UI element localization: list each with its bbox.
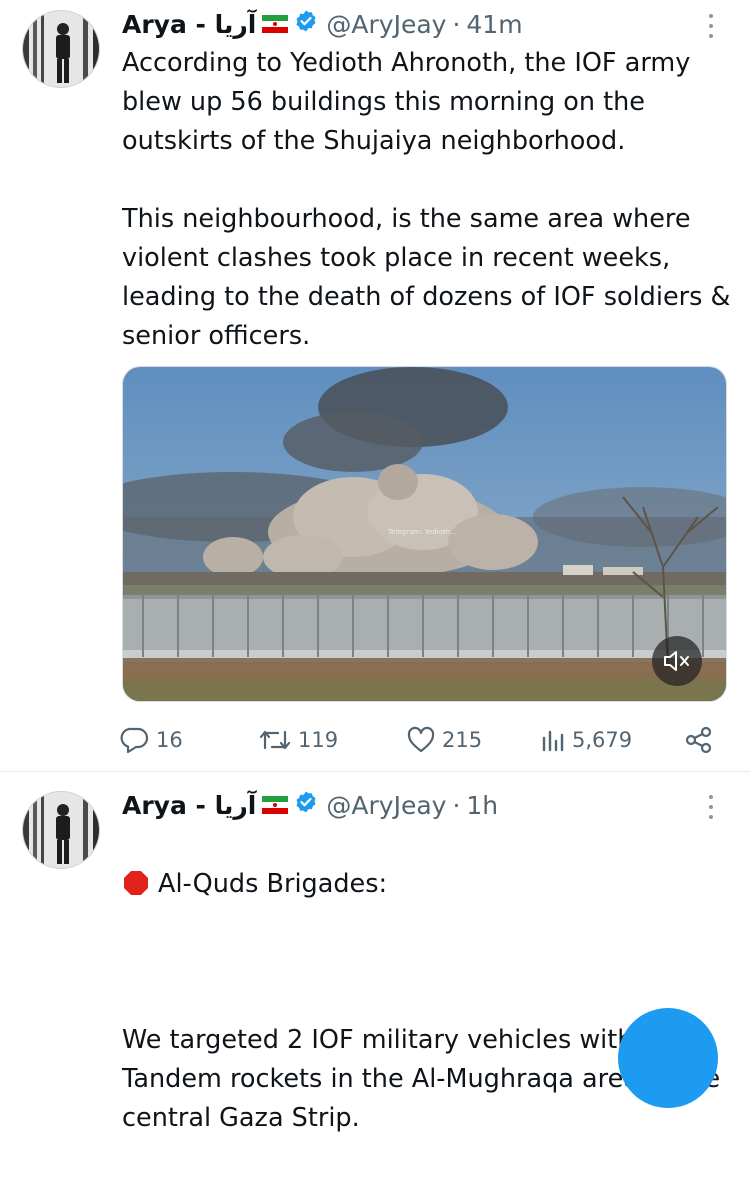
views-button[interactable]: 5,679 [540,722,632,758]
timestamp[interactable]: 1h [466,791,498,820]
author-name[interactable]: Arya - آریا [122,10,256,39]
tweet-text: Al-Quds Brigades: We targeted 2 IOF mili… [122,826,732,1177]
avatar[interactable] [22,10,100,88]
share-icon [685,726,712,754]
verified-badge-icon [294,9,318,39]
more-options-icon[interactable] [706,795,716,821]
muted-speaker-icon[interactable] [652,636,702,686]
timestamp[interactable]: 41m [466,10,522,39]
heart-icon [407,726,435,753]
tweet-header: Arya - آریا @AryJeay · 1h [122,789,498,821]
separator-dot: · [452,790,461,820]
iran-flag-icon [262,10,289,39]
retweet-icon [259,730,291,750]
tweet-text-line: Al-Quds Brigades: [122,865,732,904]
tweet-text: According to Yedioth Ahronoth, the IOF a… [122,48,731,351]
author-name[interactable]: Arya - آریا [122,791,256,820]
views-bar-chart-icon [542,730,564,752]
reply-count: 16 [156,728,183,752]
like-count: 215 [442,728,483,752]
avatar[interactable] [22,791,100,869]
share-button[interactable] [684,722,720,758]
separator-dot: · [452,9,461,39]
tweet-actions: 16 119 215 5,679 [0,722,750,758]
tweet-divider [0,771,750,772]
view-count: 5,679 [572,728,633,752]
video-watermark: Telegram: Yedioth… [388,528,458,536]
tweet-header: Arya - آریا @AryJeay · 41m [122,8,523,40]
compose-button[interactable] [618,1008,718,1108]
author-handle[interactable]: @AryJeay [326,10,446,39]
reply-button[interactable]: 16 [120,722,183,758]
retweet-button[interactable]: 119 [258,722,338,758]
reply-icon [120,727,149,754]
tweet[interactable]: Arya - آریا @AryJeay · 1h Al-Quds Brigad… [0,773,750,1133]
tweet[interactable]: Arya - آریا @AryJeay · 41m According to … [0,0,750,772]
iran-flag-icon [262,791,289,820]
like-button[interactable]: 215 [406,722,482,758]
more-options-icon[interactable] [706,14,716,40]
verified-badge-icon [294,790,318,820]
retweet-count: 119 [298,728,339,752]
stop-sign-icon [122,869,150,897]
tweet-text-heading: Al-Quds Brigades: [158,869,388,899]
author-handle[interactable]: @AryJeay [326,791,446,820]
